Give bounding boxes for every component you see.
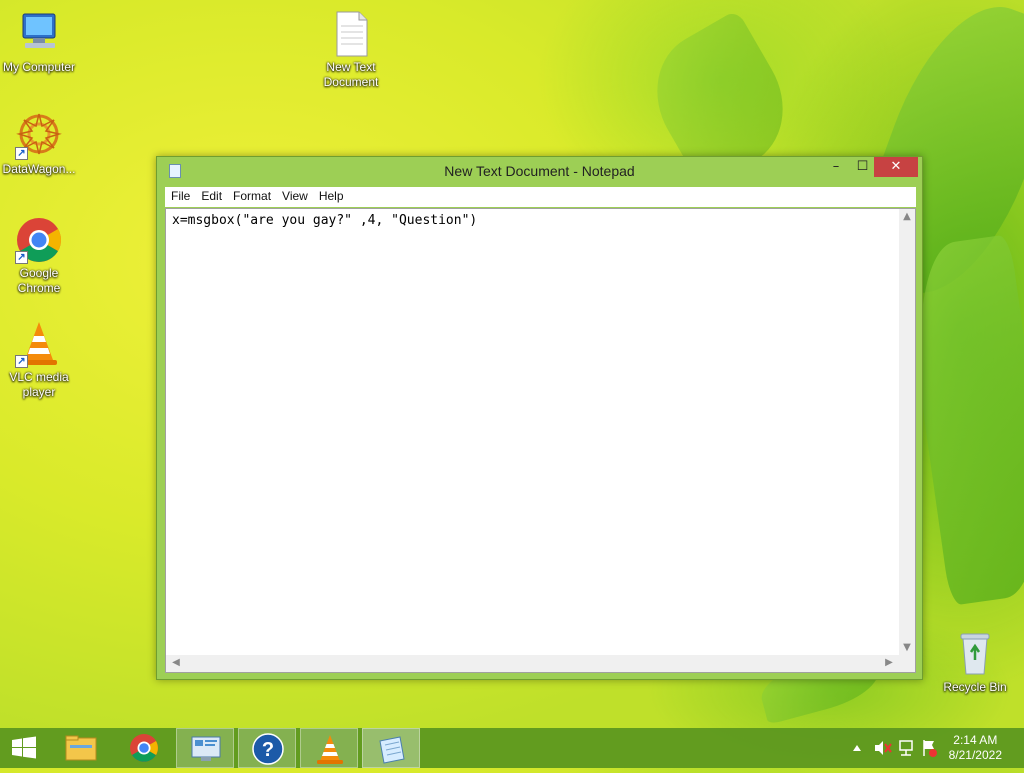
desktop-icon-new-text-document[interactable]: New Text Document xyxy=(312,10,390,90)
menu-bar: File Edit Format View Help xyxy=(165,187,916,207)
menu-help[interactable]: Help xyxy=(313,187,349,203)
chrome-icon: ↗ xyxy=(15,216,63,264)
taskbar-notepad[interactable] xyxy=(362,728,420,768)
menu-format[interactable]: Format xyxy=(227,187,276,203)
start-button[interactable] xyxy=(0,728,48,768)
desktop-icon-label: DataWagon... xyxy=(2,162,76,176)
taskbar-control-panel[interactable] xyxy=(176,728,234,768)
datawagon-icon: ↗ xyxy=(15,112,63,160)
desktop-icon-label: Google Chrome xyxy=(17,266,61,295)
shortcut-arrow-icon: ↗ xyxy=(15,147,28,160)
control-panel-icon xyxy=(191,736,221,761)
horizontal-scrollbar[interactable]: ◀ ▶ xyxy=(166,655,899,672)
desktop-icon-datawagon[interactable]: ↗ DataWagon... xyxy=(0,112,78,177)
text-editor[interactable]: x=msgbox("are you gay?" ,4, "Question") … xyxy=(165,208,916,673)
file-explorer-icon xyxy=(65,735,97,761)
taskbar-help[interactable]: ? xyxy=(238,728,296,768)
start-icon xyxy=(12,736,36,759)
title-bar[interactable]: New Text Document - Notepad – ☐ ✕ xyxy=(157,157,922,187)
taskbar: ? 2:14 AM 8/21/2022 xyxy=(0,728,1024,768)
shortcut-arrow-icon: ↗ xyxy=(15,251,28,264)
vlc-icon xyxy=(317,735,343,764)
notepad-window[interactable]: New Text Document - Notepad – ☐ ✕ File Ed… xyxy=(156,156,923,680)
maximize-button[interactable]: ☐ xyxy=(849,157,876,177)
window-title: New Text Document - Notepad xyxy=(444,163,635,179)
volume-muted-icon[interactable] xyxy=(875,741,892,755)
recycle-bin-icon xyxy=(951,630,999,678)
scroll-left-arrow-icon[interactable]: ◀ xyxy=(168,657,184,668)
taskbar-file-explorer[interactable] xyxy=(52,728,110,768)
scroll-right-arrow-icon[interactable]: ▶ xyxy=(881,657,897,668)
close-button[interactable]: ✕ xyxy=(874,157,918,177)
menu-view[interactable]: View xyxy=(276,187,313,203)
action-center-flag-icon[interactable] xyxy=(923,740,937,757)
desktop-icon-chrome[interactable]: ↗ Google Chrome xyxy=(0,216,78,296)
system-tray xyxy=(848,728,948,768)
desktop-icon-my-computer[interactable]: My Computer xyxy=(0,10,78,75)
shortcut-arrow-icon: ↗ xyxy=(15,355,28,368)
desktop-icon-vlc[interactable]: ↗ VLC media player xyxy=(0,320,78,400)
desktop-icon-label: VLC media player xyxy=(9,370,69,399)
text-file-icon xyxy=(327,10,375,58)
resize-grip[interactable] xyxy=(899,655,915,672)
chrome-icon xyxy=(130,734,158,762)
desktop-icon-label: Recycle Bin xyxy=(943,680,1007,694)
desktop-icon-recycle-bin[interactable]: Recycle Bin xyxy=(936,630,1014,695)
editor-content[interactable]: x=msgbox("are you gay?" ,4, "Question") xyxy=(172,213,477,228)
clock-date: 8/21/2022 xyxy=(948,748,1002,762)
taskbar-clock[interactable]: 2:14 AM 8/21/2022 xyxy=(949,733,1002,763)
desktop-icon-label: New Text Document xyxy=(323,60,379,89)
help-icon: ? xyxy=(252,733,284,765)
clock-time: 2:14 AM xyxy=(953,733,998,747)
menu-edit[interactable]: Edit xyxy=(195,187,227,203)
vlc-icon: ↗ xyxy=(15,320,63,368)
minimize-button[interactable]: – xyxy=(823,157,849,177)
desktop-icon-label: My Computer xyxy=(2,60,76,74)
computer-icon xyxy=(15,10,63,58)
menu-file[interactable]: File xyxy=(165,187,195,203)
scroll-down-arrow-icon[interactable]: ▼ xyxy=(899,642,915,653)
svg-text:?: ? xyxy=(262,739,274,761)
taskbar-chrome[interactable] xyxy=(115,728,173,768)
taskbar-vlc[interactable] xyxy=(300,728,358,768)
show-hidden-icons-icon[interactable] xyxy=(853,745,861,751)
notepad-icon xyxy=(379,736,405,764)
vertical-scrollbar[interactable]: ▲ ▼ xyxy=(899,209,915,655)
scroll-up-arrow-icon[interactable]: ▲ xyxy=(899,211,915,222)
network-icon[interactable] xyxy=(899,740,913,756)
